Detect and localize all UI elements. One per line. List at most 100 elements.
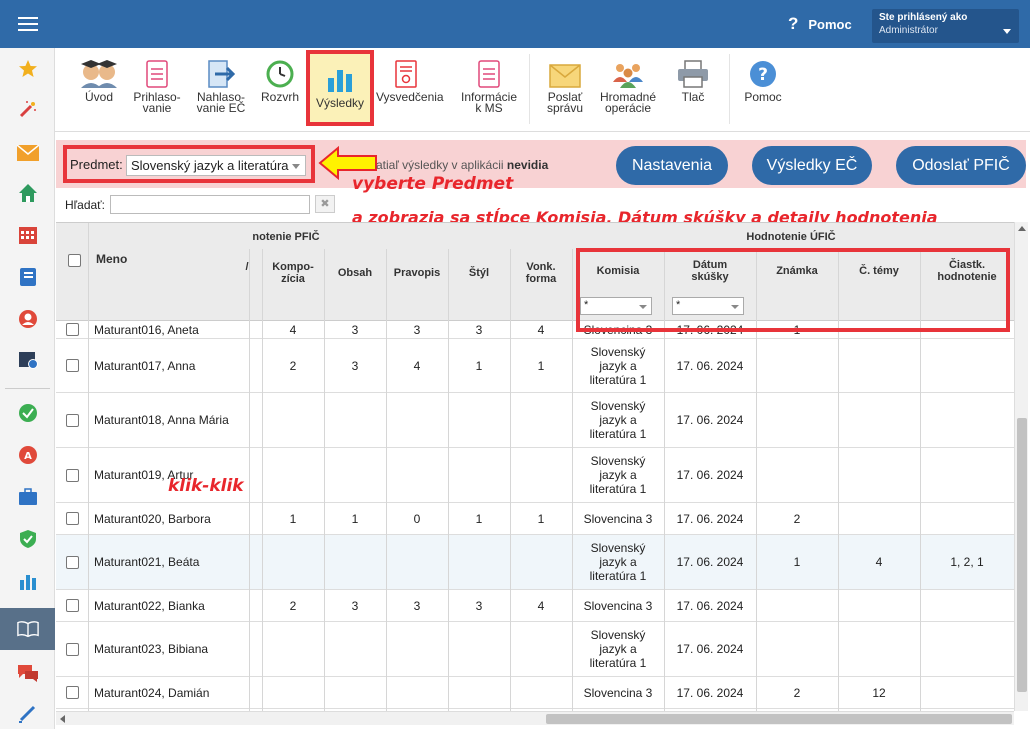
vonk-forma-header[interactable]: Vonk. forma — [510, 255, 572, 291]
table-row[interactable]: Maturant023, Bibiana Slovenský jazyk a li… — [56, 622, 1014, 677]
hromadne-label: Hromadné operácie — [599, 90, 657, 115]
cell-zn: 1 — [793, 555, 801, 569]
hromadne-operacie-button[interactable]: Hromadné operácie — [597, 48, 659, 132]
printer-icon — [678, 60, 708, 88]
odoslat-pfic-button[interactable]: Odoslať PFIČ — [896, 146, 1026, 185]
search-input[interactable] — [110, 195, 310, 214]
hamburger-menu-icon[interactable] — [18, 17, 38, 31]
row-name[interactable]: Maturant018, Anna Mária — [88, 393, 249, 447]
calendar-grid-icon[interactable] — [17, 224, 39, 246]
bar-chart-icon — [328, 70, 352, 92]
row-checkbox[interactable] — [65, 512, 79, 525]
nav-separator — [5, 388, 50, 389]
row-checkbox[interactable] — [65, 468, 79, 482]
row-name[interactable]: Maturant023, Bibiana — [88, 622, 249, 676]
poslat-label: Poslať správu — [546, 90, 584, 115]
table-row[interactable]: Maturant018, Anna Mária Slovenský jazyk a… — [56, 393, 1014, 448]
briefcase-icon[interactable] — [17, 486, 39, 508]
row-name[interactable]: Maturant021, Beáta — [88, 535, 249, 589]
row-checkbox-cell — [56, 393, 88, 447]
informacie-button[interactable]: Informácie k MS — [457, 48, 521, 132]
row-name[interactable]: Maturant020, Barbora — [88, 503, 249, 534]
document-arrow-icon — [208, 60, 235, 88]
check-icon[interactable] — [17, 402, 39, 424]
pomoc-button[interactable]: ? Pomoc — [739, 48, 787, 132]
bar-chart-icon[interactable] — [17, 570, 39, 592]
row-checkbox[interactable] — [65, 555, 79, 569]
tlac-button[interactable]: Tlač — [669, 48, 717, 132]
home-icon[interactable] — [17, 182, 39, 204]
row-name[interactable]: Maturant016, Aneta — [88, 321, 249, 338]
table-row[interactable]: Maturant024, Damián Slovencina 3 17. 06. 2… — [56, 677, 1014, 709]
table-row[interactable]: Maturant017, Anna 2 3 4 1 1 Slovenský jazyk a … — [56, 339, 1014, 393]
user-menu[interactable]: Ste prihlásený ako Administrátor — [872, 9, 1019, 43]
cell-kom: Slovencina 3 — [583, 511, 653, 526]
cell-p: 4 — [413, 358, 421, 373]
cell-s — [448, 393, 510, 447]
poslat-spravu-button[interactable]: Poslať správu — [539, 48, 591, 132]
row-checkbox[interactable] — [65, 413, 79, 427]
row-checkbox-cell — [56, 448, 88, 502]
help-link[interactable]: ? Pomoc — [788, 14, 852, 34]
cell-o — [324, 393, 386, 447]
vysvedcenia-label: Vysvedčenia — [376, 90, 444, 104]
vysvedcenia-button[interactable]: Vysvedčenia — [376, 48, 444, 132]
open-book-icon[interactable] — [17, 618, 39, 640]
horizontal-scrollbar[interactable] — [56, 711, 1014, 725]
scroll-up-icon[interactable] — [1018, 226, 1026, 231]
nastavenia-button[interactable]: Nastavenia — [616, 146, 728, 185]
cell-v — [510, 622, 572, 676]
grade-icon[interactable]: A — [17, 444, 39, 466]
group-icon — [613, 64, 643, 88]
cell-s — [448, 448, 510, 502]
user-name: Administrátor — [879, 25, 938, 36]
envelope-icon[interactable] — [17, 142, 39, 164]
cell-ch — [920, 393, 1014, 447]
cell-zn — [756, 448, 838, 502]
rozvrh-button[interactable]: Rozvrh — [255, 48, 305, 132]
row-checkbox[interactable] — [65, 599, 79, 612]
star-icon[interactable] — [17, 58, 39, 80]
row-name[interactable]: Maturant017, Anna — [88, 339, 249, 392]
pen-icon[interactable] — [17, 702, 39, 724]
pravopis-header[interactable]: Pravopis — [386, 255, 448, 291]
uvod-button[interactable]: Úvod — [75, 48, 123, 132]
calendar-clock-icon[interactable] — [17, 348, 39, 370]
table-row[interactable]: Maturant021, Beáta Slovenský jazyk a lite… — [56, 535, 1014, 590]
kompozicia-header[interactable]: Kompo- zícia — [262, 255, 324, 291]
prihlasovanie-button[interactable]: Prihlaso- vanie — [131, 48, 183, 132]
vertical-scroll-thumb[interactable] — [1017, 418, 1027, 692]
cell-v: 1 — [537, 358, 545, 373]
ufic-columns-highlight — [576, 248, 1010, 332]
question-icon: ? — [788, 14, 799, 33]
vysledky-button[interactable]: Výsledky — [306, 50, 374, 126]
table-row[interactable]: Maturant022, Bianka 2 3 3 3 4 Slovencina 3 17. … — [56, 590, 1014, 622]
vertical-scrollbar[interactable] — [1014, 222, 1028, 711]
scroll-left-icon[interactable] — [60, 715, 65, 723]
horizontal-scroll-thumb[interactable] — [546, 714, 1012, 724]
magic-wand-icon[interactable] — [17, 98, 39, 120]
cell-s — [448, 622, 510, 676]
vysledky-ec-button[interactable]: Výsledky EČ — [752, 146, 872, 185]
styl-header[interactable]: Štýl — [448, 255, 510, 291]
cell-k: 1 — [289, 511, 297, 526]
shield-icon[interactable] — [17, 528, 39, 550]
notebook-icon[interactable] — [17, 266, 39, 288]
cell-v — [510, 448, 572, 502]
row-checkbox[interactable] — [65, 686, 79, 699]
nahlasovanie-button[interactable]: Nahlaso- vanie EČ — [193, 48, 249, 132]
cell-ch: 1, 2, 1 — [950, 555, 984, 569]
row-checkbox[interactable] — [65, 642, 79, 656]
row-checkbox[interactable] — [65, 359, 79, 372]
obsah-header[interactable]: Obsah — [324, 255, 386, 291]
row-name[interactable]: Maturant022, Bianka — [88, 590, 249, 621]
cell-p — [386, 448, 448, 502]
cell-zn — [756, 339, 838, 392]
user-icon[interactable] — [17, 308, 39, 330]
row-name[interactable]: Maturant024, Damián — [88, 677, 249, 708]
chat-icon[interactable] — [17, 662, 39, 684]
row-checkbox[interactable] — [65, 323, 79, 336]
clear-icon[interactable]: ✖ — [315, 195, 335, 213]
select-all-checkbox[interactable] — [66, 253, 82, 267]
table-row[interactable]: Maturant020, Barbora 1 1 0 1 1 Slovencina 3 17.… — [56, 503, 1014, 535]
